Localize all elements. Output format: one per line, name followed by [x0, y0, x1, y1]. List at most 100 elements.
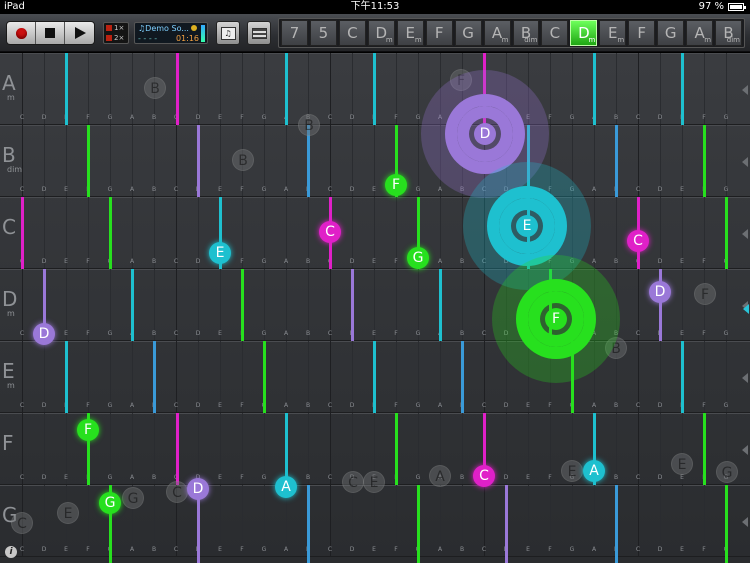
chord-button-14[interactable]: Am	[686, 20, 714, 46]
note-ball[interactable]: G	[407, 247, 429, 269]
ring-note-label: F	[545, 308, 567, 330]
note-label: E	[680, 330, 684, 337]
chord-button-15[interactable]: Bdim	[715, 20, 742, 46]
note-label: D	[41, 114, 47, 121]
note-ball[interactable]: D	[33, 323, 55, 345]
note-label: A	[129, 186, 135, 193]
note-label: A	[283, 258, 289, 265]
chord-button-0[interactable]: 7	[281, 20, 308, 46]
ghost-note[interactable]: C	[166, 481, 188, 503]
chord-board[interactable]: AmCDEFGABCDEFGABCDEFGABCDEFGABCDEFGBdimC…	[0, 53, 750, 563]
chord-button-8[interactable]: Bdim	[512, 20, 540, 46]
chord-root: E	[608, 24, 618, 42]
note-label: D	[349, 546, 355, 553]
ghost-note[interactable]: E	[671, 453, 693, 475]
ghost-note[interactable]: A	[429, 465, 451, 487]
song-selector[interactable]: ♫Demo So... - - - - 01:16	[134, 22, 208, 44]
ghost-note[interactable]: G	[122, 487, 144, 509]
note-label: G	[107, 186, 113, 193]
chord-button-13[interactable]: G	[657, 20, 685, 46]
keyboard-button[interactable]	[247, 21, 271, 45]
chord-button-1[interactable]: 5	[309, 20, 337, 46]
ghost-note[interactable]: B	[298, 114, 320, 136]
ghost-note[interactable]: E	[363, 471, 385, 493]
stop-icon	[45, 28, 55, 38]
note-ball[interactable]: A	[275, 476, 297, 498]
chord-button-10[interactable]: Dm	[570, 20, 598, 46]
chord-button-5[interactable]: F	[425, 20, 453, 46]
chord-button-12[interactable]: F	[628, 20, 656, 46]
note-label: F	[548, 474, 552, 481]
ghost-note[interactable]: E	[57, 502, 79, 524]
note-label: C	[173, 402, 179, 409]
note-ball[interactable]: A	[583, 460, 605, 482]
row-arrow-icon[interactable]	[742, 445, 748, 455]
row-arrow-icon[interactable]	[742, 373, 748, 383]
chord-button-6[interactable]: G	[454, 20, 482, 46]
record-button[interactable]	[7, 22, 36, 44]
ghost-note[interactable]: B	[232, 149, 254, 171]
ghost-note[interactable]: G	[716, 461, 738, 483]
chord-quality: m	[414, 36, 422, 44]
vibrating-string	[153, 341, 156, 413]
vibrating-string	[461, 341, 464, 413]
note-ball[interactable]: C	[319, 221, 341, 243]
note-ball[interactable]: E	[209, 242, 231, 264]
note-label: F	[702, 258, 706, 265]
note-label: E	[218, 474, 222, 481]
chord-row-3[interactable]: DmCDEFGABCDEFGABCDEFGABCDEFGABCDEFG	[0, 269, 750, 341]
note-label: F	[702, 114, 706, 121]
chord-quality: m	[704, 36, 712, 44]
ghost-note[interactable]: E	[561, 460, 583, 482]
note-label: E	[218, 546, 222, 553]
note-label: G	[723, 186, 729, 193]
ghost-note[interactable]: B	[144, 77, 166, 99]
row-arrow-icon[interactable]	[742, 85, 748, 95]
chord-button-7[interactable]: Am	[483, 20, 511, 46]
note-label: D	[41, 546, 47, 553]
note-label: A	[129, 114, 135, 121]
note-label: E	[64, 474, 68, 481]
note-ball[interactable]: F	[385, 174, 407, 196]
note-label: E	[372, 186, 376, 193]
speed-option-1[interactable]: 1×	[104, 23, 128, 33]
vibrating-string	[131, 269, 134, 341]
speed-option-2[interactable]: 2×	[104, 33, 128, 43]
note-label: E	[372, 546, 376, 553]
chord-button-3[interactable]: Dm	[367, 20, 395, 46]
note-ball[interactable]: F	[77, 419, 99, 441]
active-note-ring[interactable]: F	[492, 255, 620, 383]
ghost-note[interactable]: F	[694, 283, 716, 305]
note-ball[interactable]: D	[649, 281, 671, 303]
note-label: C	[635, 474, 641, 481]
chord-root: G	[664, 24, 677, 42]
chord-button-11[interactable]: Em	[599, 20, 627, 46]
stop-button[interactable]	[36, 22, 65, 44]
note-label: E	[372, 258, 376, 265]
row-arrow-icon[interactable]	[742, 229, 748, 239]
speed-selector[interactable]: 1× 2×	[103, 22, 129, 44]
row-arrow-icon[interactable]	[742, 517, 748, 527]
vibrating-string	[725, 197, 728, 269]
note-label: G	[415, 186, 421, 193]
note-ball[interactable]: C	[473, 465, 495, 487]
note-label: G	[723, 330, 729, 337]
note-label: F	[240, 546, 244, 553]
chord-button-4[interactable]: Em	[396, 20, 424, 46]
play-button[interactable]	[65, 22, 94, 44]
ghost-note[interactable]: C	[342, 471, 364, 493]
speed-2-icon	[106, 35, 112, 41]
note-label: G	[723, 402, 729, 409]
score-settings-button[interactable]: ♫	[216, 21, 240, 45]
note-ball[interactable]: C	[627, 230, 649, 252]
info-button[interactable]: i	[5, 546, 17, 558]
note-ball[interactable]: D	[187, 478, 209, 500]
record-icon	[15, 27, 27, 39]
chord-button-2[interactable]: C	[338, 20, 366, 46]
row-arrow-icon[interactable]	[742, 157, 748, 167]
song-indicator-icon	[191, 25, 197, 31]
chord-row-1[interactable]: BdimCDEFGABCDEFGABCDEFGABCDEFGABCDEFG	[0, 125, 750, 197]
ghost-note[interactable]: C	[11, 512, 33, 534]
chord-button-9[interactable]: C	[541, 20, 569, 46]
note-ball[interactable]: G	[99, 492, 121, 514]
